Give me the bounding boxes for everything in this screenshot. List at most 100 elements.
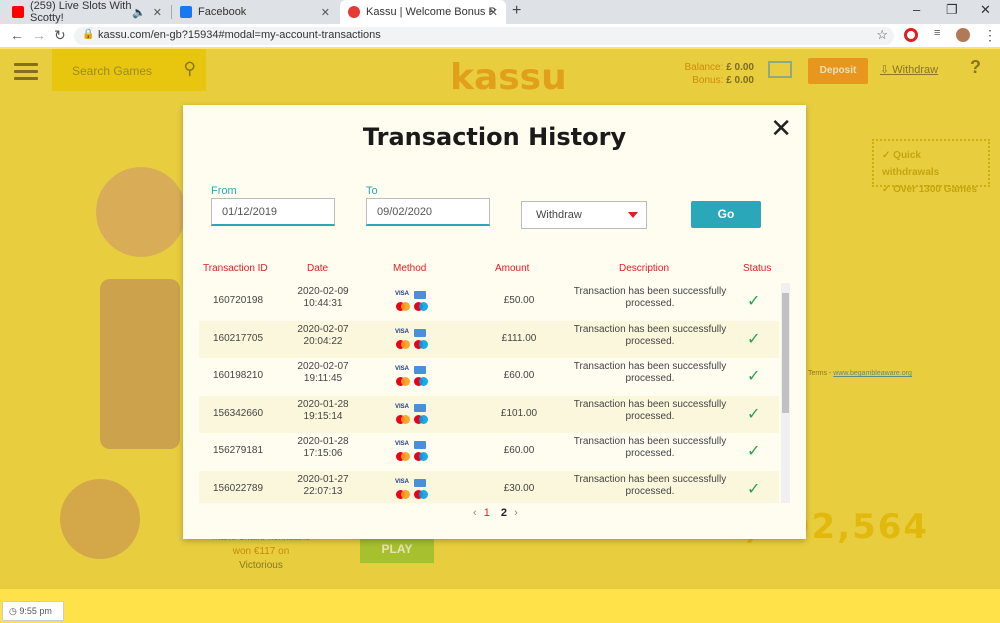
prev-page-icon[interactable]: ‹ xyxy=(473,507,477,519)
to-date-field[interactable]: 09/02/2020 xyxy=(366,198,490,226)
description-line: Transaction has been successfully xyxy=(573,286,727,297)
transaction-description: Transaction has been successfully process… xyxy=(565,474,735,498)
transaction-table: 160720198 2020-02-09 10:44:31 VISA £50.00… xyxy=(199,283,789,503)
mastercard-icon xyxy=(396,452,410,461)
transaction-date: 2020-01-28 19:15:14 xyxy=(291,399,355,423)
mastercard-icon xyxy=(396,489,410,499)
clock-time: 9:55 pm xyxy=(19,606,52,616)
time-value: 19:11:45 xyxy=(303,373,343,384)
transaction-id: 156279181 xyxy=(212,445,264,456)
table-row: 156342660 2020-01-28 19:15:14 VISA £101.0… xyxy=(199,395,779,433)
maestro-icon xyxy=(414,452,428,461)
close-tab-icon[interactable]: ✕ xyxy=(489,6,498,19)
payment-method: VISA xyxy=(395,328,429,351)
close-tab-icon[interactable]: ✕ xyxy=(321,6,330,19)
forward-icon[interactable]: → xyxy=(32,27,46,43)
tab-facebook[interactable]: Facebook ✕ xyxy=(172,0,338,24)
card-icon xyxy=(414,291,426,299)
date-value: 2020-02-07 xyxy=(297,323,349,335)
transaction-amount: £60.00 xyxy=(503,445,535,456)
next-page-icon[interactable]: › xyxy=(514,507,518,519)
bookmark-star-icon[interactable]: ☆ xyxy=(876,27,888,43)
transaction-id: 160217705 xyxy=(212,332,264,344)
page-1-link[interactable]: 1 xyxy=(484,507,490,519)
scroll-thumb[interactable] xyxy=(782,293,789,413)
transaction-date: 2020-02-07 19:11:45 xyxy=(291,361,355,385)
description-line: Transaction has been successfully xyxy=(573,436,727,447)
description-line: processed. xyxy=(625,335,675,347)
mastercard-icon xyxy=(396,339,410,349)
description-line: Transaction has been successfully xyxy=(573,473,727,485)
col-header-date: Date xyxy=(307,263,329,274)
col-header-description: Description xyxy=(619,263,670,274)
table-row: 160720198 2020-02-09 10:44:31 VISA £50.00… xyxy=(199,283,779,321)
selected-type: Withdraw xyxy=(536,209,582,221)
transaction-amount: £30.00 xyxy=(503,482,535,494)
page-2-link[interactable]: 2 xyxy=(501,507,507,519)
visa-icon: VISA xyxy=(395,328,410,335)
description-line: processed. xyxy=(625,373,675,384)
payment-method: VISA xyxy=(395,441,429,463)
url-field[interactable]: 🔒 kassu.com/en-gb?15934#modal=my-account… xyxy=(74,27,894,45)
speaker-icon[interactable]: 🔈 xyxy=(132,6,146,19)
modal-title: Transaction History xyxy=(362,123,627,151)
lock-icon: 🔒 xyxy=(82,29,95,40)
description-line: processed. xyxy=(625,485,675,497)
payment-method: VISA xyxy=(395,366,429,388)
transaction-id: 156022789 xyxy=(212,482,264,494)
kassu-icon xyxy=(348,6,360,18)
transaction-date: 2020-01-28 17:15:06 xyxy=(291,436,355,460)
success-check-icon: ✓ xyxy=(747,293,761,310)
date-value: 2020-02-09 xyxy=(297,286,349,297)
maestro-icon xyxy=(414,489,428,499)
table-row: 160198210 2020-02-07 19:11:45 VISA £60.00… xyxy=(199,358,779,396)
minimize-icon[interactable]: – xyxy=(913,2,920,17)
success-check-icon: ✓ xyxy=(747,368,761,385)
maestro-icon xyxy=(414,377,428,386)
close-tab-icon[interactable]: ✕ xyxy=(153,6,162,19)
media-icon[interactable]: ≡ xyxy=(934,27,940,39)
time-value: 17:15:06 xyxy=(303,448,343,459)
col-header-amount: Amount xyxy=(495,263,530,274)
time-value: 19:15:14 xyxy=(303,410,343,422)
card-icon xyxy=(414,478,426,487)
time-value: 10:44:31 xyxy=(303,298,343,309)
mastercard-icon xyxy=(396,377,410,386)
tab-kassu[interactable]: Kassu | Welcome Bonus Package ✕ xyxy=(340,0,506,24)
date-value: 2020-01-28 xyxy=(297,398,349,410)
col-header-method: Method xyxy=(393,263,427,274)
date-value: 2020-01-27 xyxy=(297,473,349,485)
tab-youtube[interactable]: (259) Live Slots With Scotty! 🔈 ✕ xyxy=(4,0,170,24)
col-header-status: Status xyxy=(743,263,772,274)
maestro-icon xyxy=(414,414,428,424)
transaction-description: Transaction has been successfully process… xyxy=(565,361,735,385)
menu-icon[interactable]: ⋮ xyxy=(983,27,997,44)
transaction-id: 160198210 xyxy=(212,370,264,381)
transaction-date: 2020-02-09 10:44:31 xyxy=(291,286,355,310)
profile-avatar[interactable] xyxy=(956,28,970,42)
reload-icon[interactable]: ↻ xyxy=(54,27,66,44)
window-close-icon[interactable]: ✕ xyxy=(980,2,991,18)
new-tab-icon[interactable]: + xyxy=(512,2,521,20)
description-line: processed. xyxy=(625,410,675,422)
description-line: processed. xyxy=(625,448,675,459)
success-check-icon: ✓ xyxy=(747,480,761,498)
visa-icon: VISA xyxy=(395,366,410,372)
description-line: Transaction has been successfully xyxy=(573,361,727,372)
transaction-id: 156342660 xyxy=(212,407,264,419)
facebook-icon xyxy=(180,6,192,18)
transaction-type-select[interactable]: Withdraw xyxy=(521,201,647,229)
success-check-icon: ✓ xyxy=(747,405,761,423)
close-icon[interactable]: ✕ xyxy=(770,115,792,141)
back-icon[interactable]: ← xyxy=(10,27,24,43)
table-scrollbar[interactable] xyxy=(781,283,790,503)
mastercard-icon xyxy=(396,302,410,311)
restore-icon[interactable]: ❐ xyxy=(946,2,958,18)
payment-method: VISA xyxy=(395,478,429,501)
opera-extension-icon[interactable] xyxy=(904,28,918,42)
transaction-description: Transaction has been successfully process… xyxy=(565,436,735,460)
transaction-date: 2020-01-27 22:07:13 xyxy=(291,474,355,498)
from-date-field[interactable]: 01/12/2019 xyxy=(211,198,335,226)
clock-icon: ◷ xyxy=(9,606,17,616)
go-button[interactable]: Go xyxy=(691,201,761,228)
